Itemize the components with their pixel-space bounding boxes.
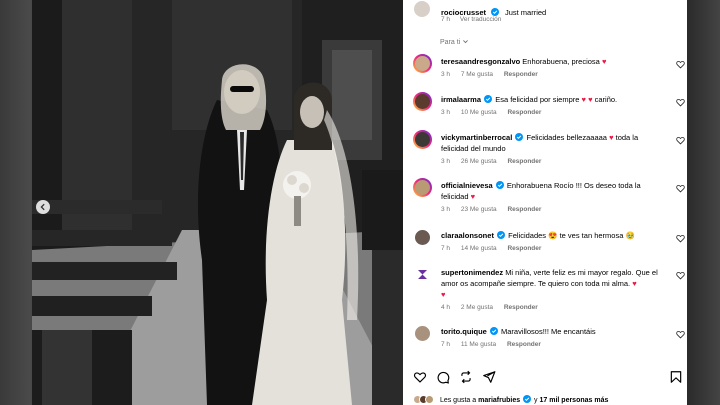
- avatar-frame[interactable]: [413, 228, 432, 247]
- verified-badge-icon: [515, 133, 524, 141]
- heart-outline-icon[interactable]: [676, 98, 685, 107]
- avatar: [415, 230, 430, 245]
- filter-label: Para ti: [440, 39, 461, 46]
- avatar: [415, 94, 430, 109]
- avatar: [415, 267, 430, 282]
- avatar: [415, 56, 430, 71]
- avatar: [415, 132, 430, 147]
- chevron-left-icon: [40, 203, 45, 211]
- comment-username[interactable]: irmalaarma: [441, 95, 481, 104]
- comment-likes[interactable]: 23 Me gusta: [461, 206, 497, 213]
- heart-outline-icon[interactable]: [676, 136, 685, 145]
- reply-button[interactable]: Responder: [507, 158, 541, 165]
- heart-emoji: ♥: [441, 290, 446, 299]
- comment-likes[interactable]: 7 Me gusta: [461, 71, 493, 78]
- comment-username[interactable]: vickymartinberrocal: [441, 133, 512, 142]
- post-time: 7 h: [441, 16, 451, 23]
- owner-avatar[interactable]: [414, 1, 430, 17]
- comment-text: Maravillosos!!! Me encantáis: [501, 327, 596, 336]
- paper-plane-icon[interactable]: [482, 370, 496, 384]
- translate-link[interactable]: Ver traducción: [460, 16, 502, 23]
- comment-likes[interactable]: 10 Me gusta: [461, 109, 497, 116]
- heart-outline-icon[interactable]: [676, 60, 685, 69]
- next-post-backdrop[interactable]: [687, 0, 720, 405]
- heart-emoji: ♥ ♥: [581, 95, 593, 104]
- comment-time: 4 h: [441, 304, 451, 311]
- story-ring[interactable]: [413, 54, 432, 73]
- chevron-down-icon: [463, 40, 469, 44]
- comment-text: Esa felicidad por siempre: [495, 95, 580, 104]
- comment-likes[interactable]: 14 Me gusta: [461, 245, 497, 252]
- post-photo: [32, 0, 403, 405]
- verified-badge-icon: [497, 231, 506, 239]
- reply-button[interactable]: Responder: [504, 304, 538, 311]
- avatar-frame[interactable]: [413, 324, 432, 343]
- purple-logo-icon: [418, 270, 427, 279]
- heart-emoji: ♥: [470, 192, 476, 201]
- liker-avatar: [425, 395, 434, 404]
- avatar: [415, 326, 430, 341]
- likes-conjunction: y: [534, 397, 538, 404]
- teary-face-emoji: 🥹: [625, 231, 635, 240]
- wedding-photo-illustration: [32, 0, 403, 405]
- comment-bubble-icon[interactable]: [436, 370, 450, 384]
- comment-username[interactable]: supertonimendez: [441, 268, 503, 277]
- likes-count[interactable]: 17 mil personas más: [540, 397, 609, 404]
- comment-text: Felicidades bellezaaaaa: [526, 133, 607, 142]
- heart-emoji: ♥: [632, 279, 637, 288]
- reply-button[interactable]: Responder: [507, 341, 541, 348]
- comment-text: Felicidades: [508, 231, 547, 240]
- comment-text: Enhorabuena, preciosa: [522, 57, 600, 66]
- story-ring[interactable]: [413, 178, 432, 197]
- comment-time: 3 h: [441, 158, 451, 165]
- post-caption-text: Just married: [504, 8, 547, 17]
- verified-badge-icon: [523, 395, 532, 403]
- comment-text-continued: cariño.: [594, 95, 618, 104]
- heart-outline-icon[interactable]: [676, 271, 685, 280]
- likes-summary[interactable]: Les gusta a mariafrubies y 17 mil person…: [413, 395, 608, 404]
- comment-time: 7 h: [441, 341, 451, 348]
- comment-filter-dropdown[interactable]: Para ti: [440, 38, 469, 46]
- verified-badge-icon: [484, 95, 493, 103]
- story-ring[interactable]: [413, 92, 432, 111]
- likes-prefix: Les gusta a: [439, 397, 477, 404]
- heart-outline-icon[interactable]: [676, 184, 685, 193]
- heart-emoji: ♥: [601, 57, 607, 66]
- comment-username[interactable]: officialnievesa: [441, 181, 493, 190]
- verified-badge-icon: [489, 327, 498, 335]
- comment-time: 3 h: [441, 71, 451, 78]
- avatar-frame[interactable]: [413, 265, 432, 284]
- comment-likes[interactable]: 26 Me gusta: [461, 158, 497, 165]
- repost-icon[interactable]: [459, 370, 473, 384]
- heart-outline-icon[interactable]: [676, 330, 685, 339]
- comment-time: 3 h: [441, 109, 451, 116]
- comment-likes[interactable]: 11 Me gusta: [461, 341, 496, 348]
- bookmark-icon[interactable]: [669, 370, 683, 384]
- comments-panel: rociocrusset Just married 7 h Ver traduc…: [403, 0, 687, 405]
- comment-time: 3 h: [441, 206, 451, 213]
- reply-button[interactable]: Responder: [507, 245, 541, 252]
- liker-username[interactable]: mariafrubies: [478, 397, 520, 404]
- heart-outline-icon[interactable]: [676, 234, 685, 243]
- post-caption: rociocrusset Just married 7 h Ver traduc…: [403, 0, 687, 30]
- heart-outline-icon[interactable]: [413, 370, 427, 384]
- reply-button[interactable]: Responder: [507, 109, 541, 116]
- comment-text-continued: te ves tan hermosa: [559, 231, 624, 240]
- verified-badge-icon: [495, 181, 504, 189]
- comment-username[interactable]: torito.quique: [441, 327, 487, 336]
- comment-time: 7 h: [441, 245, 451, 252]
- post-action-bar: [403, 370, 687, 388]
- comment-username[interactable]: teresaandresgonzalvo: [441, 57, 520, 66]
- verified-badge-icon: [491, 8, 500, 16]
- comment-username[interactable]: claraalonsonet: [441, 231, 494, 240]
- reply-button[interactable]: Responder: [504, 71, 538, 78]
- previous-image-button[interactable]: [36, 200, 50, 214]
- avatar: [415, 180, 430, 195]
- heart-eyes-emoji: 😍: [548, 231, 558, 240]
- story-ring[interactable]: [413, 130, 432, 149]
- heart-emoji: ♥: [609, 133, 614, 142]
- caption-meta: 7 h Ver traducción: [441, 16, 509, 23]
- reply-button[interactable]: Responder: [507, 206, 541, 213]
- comment-likes[interactable]: 2 Me gusta: [461, 304, 493, 311]
